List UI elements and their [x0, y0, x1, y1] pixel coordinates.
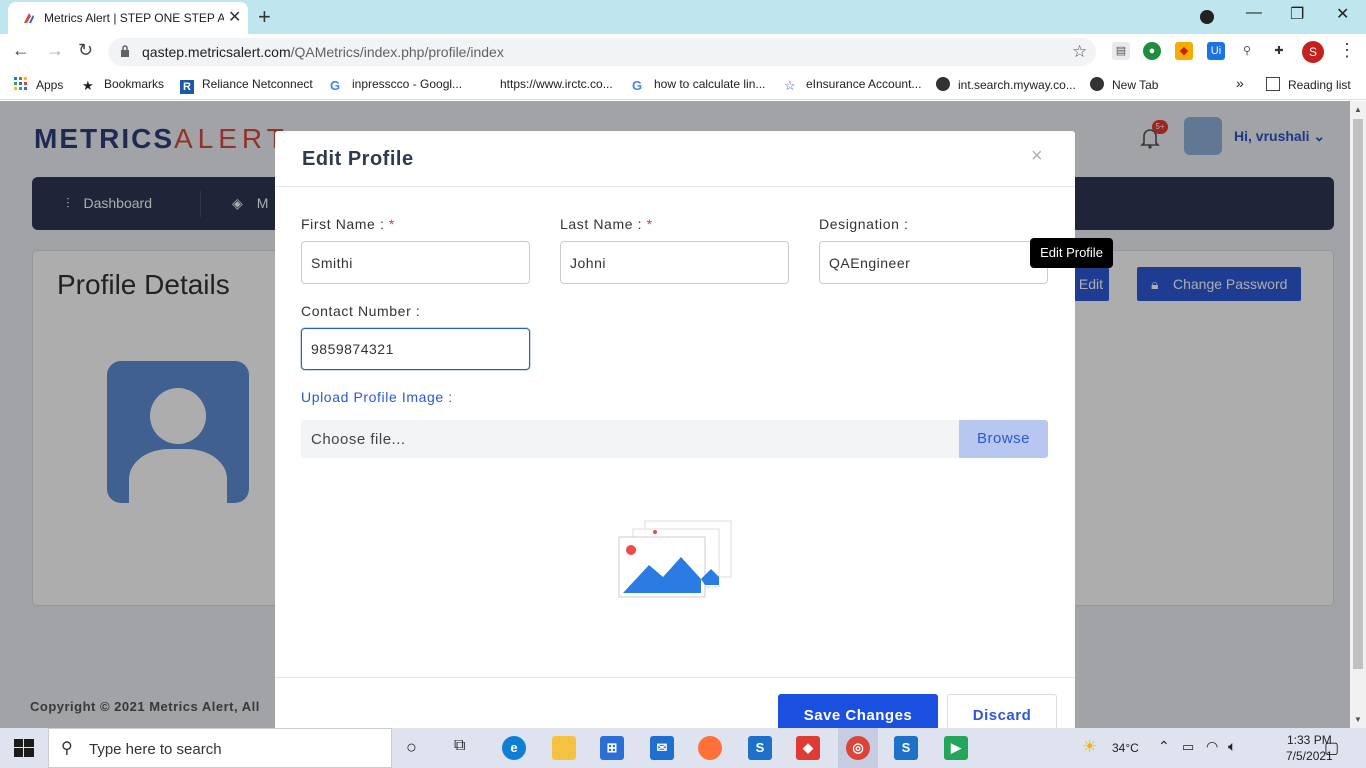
notification-center-icon[interactable]: ▢: [1324, 738, 1339, 758]
reliance-r-icon: R: [180, 80, 194, 94]
bookmark-bookmarks[interactable]: ★ Bookmarks: [82, 77, 164, 93]
taskbar-search[interactable]: ⚲ Type here to search: [48, 728, 392, 768]
bookmark-reliance[interactable]: R Reliance Netconnect: [180, 77, 313, 94]
url-text: qastep.metricsalert.com/QAMetrics/index.…: [142, 44, 504, 60]
apps-grid-icon: [14, 77, 27, 90]
mail-icon[interactable]: ✉: [650, 736, 674, 760]
cortana-icon[interactable]: ○: [406, 737, 417, 758]
wifi-icon[interactable]: ◠: [1206, 738, 1218, 755]
upload-profile-image-label: Upload Profile Image :: [301, 389, 453, 405]
designation-label: Designation :: [819, 216, 909, 232]
edit-profile-tooltip: Edit Profile: [1030, 238, 1113, 268]
battery-icon[interactable]: ▭: [1182, 739, 1194, 755]
bookmarks-bar: Apps ★ Bookmarks R Reliance Netconnect Gin…: [0, 70, 1366, 100]
bookmarks-overflow-icon[interactable]: »: [1236, 75, 1244, 91]
bookmark-inpresscco[interactable]: Ginpresscco - Googl...: [330, 77, 462, 93]
forward-arrow-icon[interactable]: →: [46, 40, 64, 61]
tab-title: Metrics Alert | STEP ONE STEP AH: [44, 11, 224, 25]
last-name-field[interactable]: [560, 241, 789, 284]
tab-close-icon[interactable]: ✕: [228, 7, 241, 27]
weather-icon[interactable]: ☀: [1082, 737, 1097, 757]
edge-icon[interactable]: e: [502, 736, 526, 760]
edit-profile-modal: Edit Profile × First Name : * Last Name …: [275, 131, 1075, 736]
task-view-icon[interactable]: ⧉: [454, 737, 465, 755]
minimize-icon[interactable]: —: [1246, 4, 1262, 22]
google-g-icon: G: [330, 78, 341, 93]
new-tab-icon[interactable]: +: [258, 4, 271, 30]
reader-mode-icon[interactable]: ▤: [1112, 42, 1130, 60]
scroll-up-icon[interactable]: ▲: [1354, 105, 1362, 114]
contact-number-field[interactable]: [301, 328, 530, 370]
modal-header: Edit Profile ×: [275, 131, 1075, 187]
app-s-icon[interactable]: S: [894, 736, 918, 760]
firefox-icon[interactable]: [698, 736, 722, 760]
modal-title: Edit Profile: [302, 148, 414, 170]
file-explorer-icon[interactable]: [552, 736, 576, 760]
kebab-menu-icon[interactable]: ⋮: [1338, 40, 1356, 61]
reading-list-button[interactable]: Reading list: [1266, 77, 1351, 92]
first-name-field[interactable]: [301, 241, 530, 284]
extension-ui-icon[interactable]: Ui: [1207, 42, 1225, 60]
address-bar[interactable]: qastep.metricsalert.com/QAMetrics/index.…: [108, 38, 1096, 66]
temperature-text[interactable]: 34°C: [1112, 741, 1139, 755]
reading-list-icon: [1266, 77, 1280, 91]
bookmark-einsurance[interactable]: ☆ eInsurance Account...: [784, 77, 921, 93]
reload-icon[interactable]: ↻: [78, 40, 93, 61]
bookmark-apps[interactable]: Apps: [14, 77, 63, 92]
page-scrollbar[interactable]: ▲ ▼: [1350, 101, 1366, 728]
image-gallery-icon: [618, 520, 732, 598]
star-icon: ★: [82, 78, 94, 93]
close-icon[interactable]: ×: [1031, 145, 1043, 168]
windows-taskbar: ⚲ Type here to search ○ ⧉ e ⊞ ✉ S ◆ ◎ S …: [0, 728, 1366, 768]
extension-green-icon[interactable]: ●: [1143, 42, 1161, 60]
google-g-icon: G: [632, 78, 643, 93]
tray-chevron-icon[interactable]: ⌃: [1158, 738, 1170, 755]
bookmark-newtab[interactable]: New Tab: [1090, 77, 1158, 92]
extension-shield-icon[interactable]: ◆: [1175, 42, 1193, 60]
scroll-thumb[interactable]: [1353, 119, 1363, 669]
tab-search-icon[interactable]: [1200, 10, 1214, 24]
chrome-icon[interactable]: ◎: [846, 736, 870, 760]
taskbar-search-placeholder: Type here to search: [89, 741, 222, 758]
restore-icon[interactable]: ❐: [1290, 4, 1304, 24]
browse-button[interactable]: Browse: [959, 420, 1048, 458]
globe-icon: [1090, 77, 1104, 91]
search-icon: ⚲: [61, 740, 73, 757]
globe-icon: [936, 77, 950, 91]
lock-icon: [121, 45, 129, 57]
modal-footer: Save Changes Discard: [275, 677, 1075, 736]
last-name-label: Last Name : *: [560, 216, 653, 232]
volume-icon[interactable]: 🔈︎: [1228, 738, 1236, 755]
einsurance-icon: ☆: [784, 78, 796, 93]
bookmark-irctc[interactable]: https://www.irctc.co...: [500, 77, 613, 91]
microsoft-store-icon[interactable]: ⊞: [600, 736, 624, 760]
browser-tab[interactable]: Metrics Alert | STEP ONE STEP AH ✕: [8, 2, 248, 34]
back-arrow-icon[interactable]: ←: [12, 40, 30, 61]
browser-toolbar: ← → ↻ qastep.metricsalert.com/QAMetrics/…: [0, 34, 1366, 70]
designation-field[interactable]: [819, 241, 1048, 284]
scroll-down-icon[interactable]: ▼: [1354, 715, 1362, 724]
extension-pin-icon[interactable]: ⚲: [1238, 42, 1256, 60]
first-name-label: First Name : *: [301, 216, 395, 232]
file-placeholder: Choose file...: [311, 431, 406, 448]
anydesk-icon[interactable]: ◆: [796, 736, 820, 760]
window-close-icon[interactable]: ✕: [1336, 4, 1349, 24]
skype-s-icon[interactable]: S: [748, 736, 772, 760]
contact-number-label: Contact Number :: [301, 303, 421, 319]
browser-tab-strip: Metrics Alert | STEP ONE STEP AH ✕ + — ❐…: [0, 0, 1366, 34]
windows-start-icon[interactable]: [14, 739, 34, 757]
media-player-icon[interactable]: ▶: [944, 736, 968, 760]
file-upload-input[interactable]: Choose file... Browse: [301, 420, 1048, 458]
bookmark-myway[interactable]: int.search.myway.co...: [936, 77, 1076, 92]
bookmark-star-icon[interactable]: ☆: [1072, 42, 1087, 62]
extensions-puzzle-icon[interactable]: ✚: [1270, 42, 1288, 60]
bookmark-calculate[interactable]: Ghow to calculate lin...: [632, 77, 765, 93]
metrics-alert-favicon: [24, 13, 34, 23]
profile-avatar[interactable]: S: [1302, 41, 1324, 63]
